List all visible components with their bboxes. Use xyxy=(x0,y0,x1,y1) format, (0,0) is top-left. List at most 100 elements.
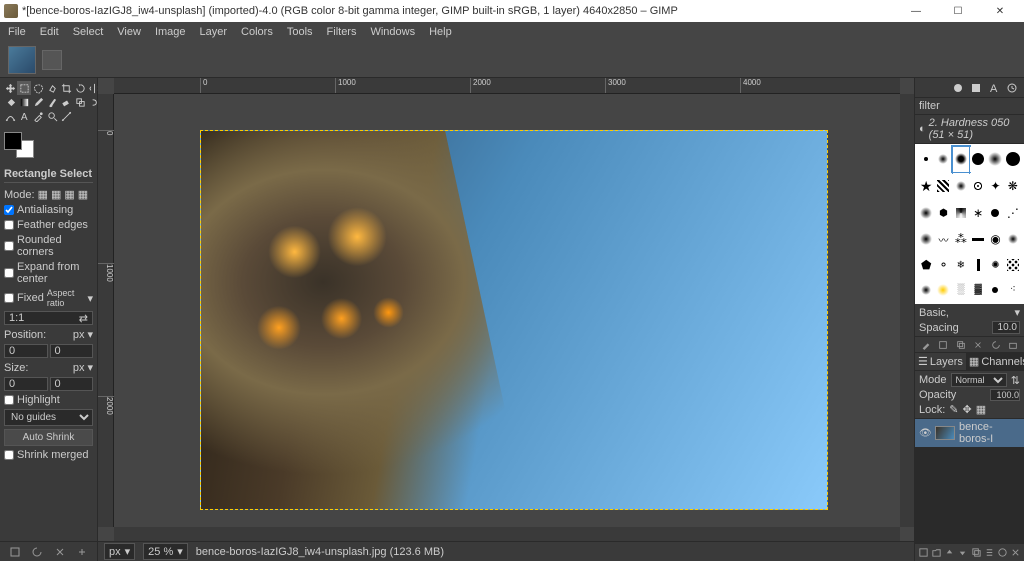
menu-windows[interactable]: Windows xyxy=(364,24,421,40)
brush-item[interactable]: ⁖ xyxy=(1005,279,1021,302)
image-tab-thumbnail[interactable] xyxy=(8,46,36,74)
rounded-checkbox[interactable] xyxy=(4,241,14,251)
menu-image[interactable]: Image xyxy=(149,24,192,40)
tool-brush[interactable] xyxy=(45,95,59,109)
brush-item[interactable] xyxy=(987,279,1003,302)
chevron-icon[interactable]: ⇅ xyxy=(1011,374,1020,387)
brush-item[interactable] xyxy=(918,227,934,253)
close-button[interactable]: ✕ xyxy=(980,1,1020,21)
tab-channels[interactable]: ▦Channels xyxy=(966,353,1024,370)
delete-preset-icon[interactable] xyxy=(54,546,66,558)
menu-filters[interactable]: Filters xyxy=(321,24,363,40)
size-unit[interactable]: px xyxy=(73,362,85,374)
brush-item[interactable]: ▓ xyxy=(970,279,986,302)
merge-layer-icon[interactable] xyxy=(984,547,995,558)
zoom-dropdown[interactable]: 25 %▾ xyxy=(143,543,188,560)
fixed-option[interactable]: Aspect ratio xyxy=(47,288,85,308)
refresh-brush-icon[interactable] xyxy=(991,340,1001,350)
highlight-checkbox[interactable] xyxy=(4,395,14,405)
patterns-tab-icon[interactable] xyxy=(970,82,982,94)
edit-brush-icon[interactable] xyxy=(921,340,931,350)
tool-measure[interactable] xyxy=(59,109,73,123)
chevron-down-icon[interactable]: ▾ xyxy=(87,361,93,374)
fg-color[interactable] xyxy=(4,132,22,150)
spacing-field[interactable] xyxy=(992,321,1020,334)
minimize-button[interactable]: — xyxy=(896,1,936,21)
restore-preset-icon[interactable] xyxy=(31,546,43,558)
brush-item[interactable]: ❋ xyxy=(1005,173,1021,201)
swap-icon[interactable]: ⇄ xyxy=(79,312,88,325)
brush-item[interactable]: 〰 xyxy=(935,227,951,253)
tool-eraser[interactable] xyxy=(59,95,73,109)
maximize-button[interactable]: ☐ xyxy=(938,1,978,21)
tool-zoom[interactable] xyxy=(45,109,59,123)
feather-checkbox[interactable] xyxy=(4,220,14,230)
brush-item[interactable] xyxy=(987,147,1003,172)
reset-preset-icon[interactable] xyxy=(76,546,88,558)
brush-item[interactable] xyxy=(953,173,969,201)
tool-clone[interactable] xyxy=(73,95,87,109)
layer-name[interactable]: bence-boros-I xyxy=(959,421,1020,445)
size-w-field[interactable]: 0 xyxy=(4,377,48,391)
brush-item[interactable] xyxy=(1005,253,1021,278)
brush-item[interactable] xyxy=(935,173,951,201)
position-x-field[interactable]: 0 xyxy=(4,344,48,358)
lock-position-icon[interactable]: ✥ xyxy=(963,403,972,416)
mode-int-icon[interactable]: ▦ xyxy=(78,188,88,201)
tab-layers[interactable]: ☰Layers xyxy=(915,353,966,370)
menu-tools[interactable]: Tools xyxy=(281,24,319,40)
brush-item[interactable] xyxy=(970,253,986,278)
canvas-viewport[interactable] xyxy=(114,94,900,527)
mode-add-icon[interactable]: ▦ xyxy=(51,188,61,201)
brush-item[interactable] xyxy=(918,147,934,172)
brush-item[interactable] xyxy=(970,173,986,201)
antialiasing-checkbox[interactable] xyxy=(4,205,14,215)
brush-preset-label[interactable]: Basic, xyxy=(919,307,1010,319)
new-layer-icon[interactable] xyxy=(918,547,929,558)
image-tab-secondary[interactable] xyxy=(42,50,62,70)
ratio-field[interactable]: 1:1⇄ xyxy=(4,311,93,325)
menu-edit[interactable]: Edit xyxy=(34,24,65,40)
menu-help[interactable]: Help xyxy=(423,24,458,40)
size-h-field[interactable]: 0 xyxy=(50,377,94,391)
brush-item[interactable]: ✺ xyxy=(987,253,1003,278)
brush-item[interactable] xyxy=(935,147,951,172)
brush-item[interactable] xyxy=(953,201,969,226)
guides-select[interactable]: No guides xyxy=(4,409,93,426)
horizontal-scrollbar[interactable] xyxy=(114,527,900,541)
brush-item[interactable]: ❄ xyxy=(953,253,969,278)
menu-colors[interactable]: Colors xyxy=(235,24,279,40)
lock-alpha-icon[interactable]: ▦ xyxy=(976,403,986,416)
brush-item[interactable]: ⋰ xyxy=(1005,201,1021,226)
auto-shrink-button[interactable]: Auto Shrink xyxy=(4,429,93,446)
menu-file[interactable]: File xyxy=(2,24,32,40)
brush-item[interactable] xyxy=(970,227,986,253)
blend-mode-select[interactable]: Normal xyxy=(951,373,1007,387)
brush-item[interactable] xyxy=(987,201,1003,226)
position-y-field[interactable]: 0 xyxy=(50,344,94,358)
brush-item[interactable]: ★ xyxy=(918,173,934,201)
save-preset-icon[interactable] xyxy=(9,546,21,558)
canvas-image[interactable] xyxy=(200,130,828,510)
opacity-field[interactable] xyxy=(990,389,1020,401)
position-unit[interactable]: px xyxy=(73,329,85,341)
fonts-tab-icon[interactable]: A xyxy=(988,82,1000,94)
layer-visible-icon[interactable]: 👁 xyxy=(919,428,931,439)
lower-layer-icon[interactable] xyxy=(957,547,968,558)
fixed-checkbox[interactable] xyxy=(4,293,14,303)
tool-fuzzy-select[interactable] xyxy=(45,81,59,95)
brush-item[interactable]: ⬢ xyxy=(935,201,951,226)
brush-filter-label[interactable]: filter xyxy=(919,100,940,112)
tool-path[interactable] xyxy=(3,109,17,123)
brush-item[interactable]: ✦ xyxy=(987,173,1003,201)
vertical-scrollbar[interactable] xyxy=(900,94,914,527)
shrink-merged-checkbox[interactable] xyxy=(4,450,14,460)
new-group-icon[interactable] xyxy=(931,547,942,558)
open-brush-icon[interactable] xyxy=(1008,340,1018,350)
tool-picker[interactable] xyxy=(31,109,45,123)
menu-select[interactable]: Select xyxy=(67,24,110,40)
tool-text[interactable]: A xyxy=(17,109,31,123)
chevron-down-icon[interactable]: ▾ xyxy=(87,328,93,341)
mode-sub-icon[interactable]: ▦ xyxy=(64,188,74,201)
chevron-down-icon[interactable]: ▾ xyxy=(1014,306,1020,319)
